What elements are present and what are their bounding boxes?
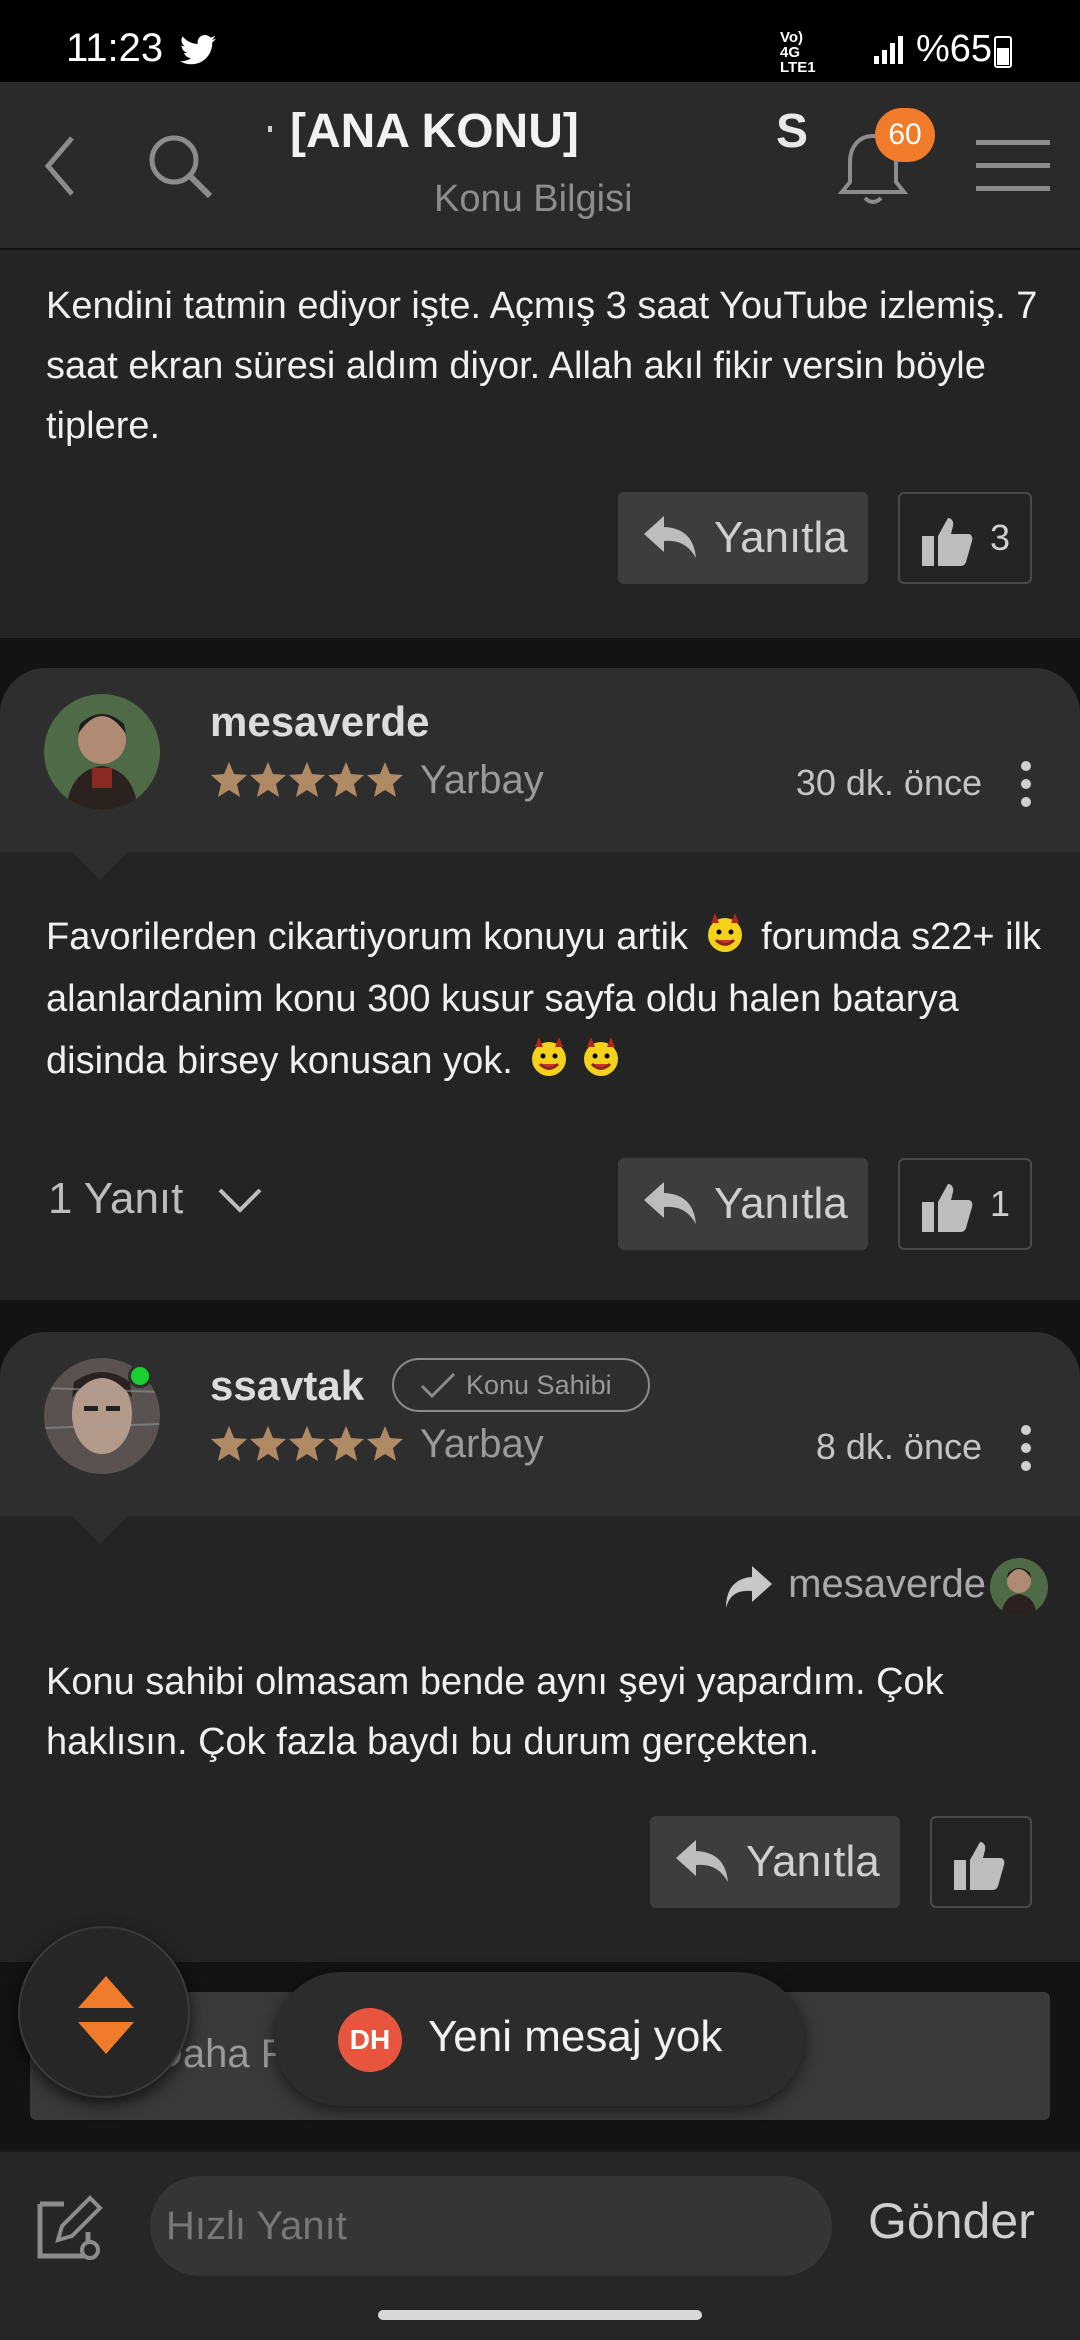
topic-owner-badge: Konu Sahibi bbox=[392, 1358, 650, 1412]
reply-button[interactable]: Yanıtla bbox=[650, 1816, 900, 1908]
scroll-arrows-icon bbox=[78, 1976, 134, 2054]
quoted-user-avatar[interactable] bbox=[990, 1558, 1048, 1616]
devil-smiley-icon bbox=[707, 913, 742, 952]
devil-smiley-icon bbox=[584, 1037, 619, 1076]
dh-logo: DH bbox=[338, 2008, 402, 2072]
online-indicator bbox=[128, 1364, 152, 1388]
status-bar: 11:23 Vo) 4G LTE1 %65 bbox=[0, 0, 1080, 82]
toast-message: Yeni mesaj yok bbox=[428, 2012, 723, 2061]
scroll-up-down-button[interactable] bbox=[18, 1926, 190, 2098]
rating-stars-icon bbox=[211, 1426, 403, 1461]
user-rank: Yarbay bbox=[420, 758, 544, 802]
menu-icon[interactable] bbox=[976, 138, 1050, 194]
username[interactable]: ssavtak bbox=[210, 1362, 364, 1410]
like-button[interactable]: 3 bbox=[898, 492, 1032, 584]
reply-label: Yanıtla bbox=[714, 513, 848, 562]
thumbs-up-icon bbox=[922, 1184, 973, 1232]
thumbs-up-icon bbox=[954, 1842, 1005, 1890]
header-letter: S bbox=[776, 105, 809, 158]
quick-reply-input[interactable] bbox=[150, 2176, 832, 2276]
rating-stars-icon bbox=[211, 762, 403, 797]
username[interactable]: mesaverde bbox=[210, 698, 430, 746]
replies-toggle[interactable]: 1 Yanıt bbox=[48, 1174, 262, 1224]
post-header: mesaverde Yarbay 30 dk. önce bbox=[0, 668, 1080, 880]
back-arrow-icon[interactable] bbox=[42, 134, 78, 198]
page-title[interactable]: [ANA KONU] bbox=[290, 104, 579, 159]
app-header: [ANA KONU] Konu Bilgisi S 60 bbox=[0, 82, 1080, 250]
post-card: mesaverde Yarbay 30 dk. önce Favorilerde… bbox=[0, 668, 1080, 1300]
post-header: ssavtak Konu Sahibi Yarbay 8 dk. önce bbox=[0, 1332, 1080, 1544]
status-time: 11:23 bbox=[66, 26, 164, 70]
twitter-icon bbox=[180, 35, 216, 65]
post-card: ssavtak Konu Sahibi Yarbay 8 dk. önce me bbox=[0, 1332, 1080, 1962]
home-indicator[interactable] bbox=[378, 2310, 702, 2320]
quoted-username: mesaverde bbox=[788, 1562, 986, 1606]
search-icon[interactable] bbox=[146, 132, 214, 200]
reply-forward-icon bbox=[726, 1566, 773, 1608]
reply-button[interactable]: Yanıtla bbox=[618, 492, 868, 584]
user-rank: Yarbay bbox=[420, 1422, 544, 1466]
signal-icon bbox=[874, 36, 903, 64]
reply-arrow-icon bbox=[676, 1840, 728, 1882]
more-options-icon[interactable] bbox=[1018, 1424, 1034, 1472]
checkmark-icon bbox=[420, 1372, 456, 1399]
post-text: Favorilerden cikartiyorum konuyu artik f… bbox=[46, 906, 1046, 1092]
network-indicator: Vo) 4G LTE1 bbox=[780, 29, 816, 76]
send-button[interactable]: Gönder bbox=[868, 2192, 1035, 2250]
battery-icon bbox=[994, 36, 1012, 68]
thumbs-up-icon bbox=[922, 518, 973, 566]
like-button[interactable] bbox=[930, 1816, 1032, 1908]
reply-button[interactable]: Yanıtla bbox=[618, 1158, 868, 1250]
post-time: 8 dk. önce bbox=[815, 1426, 982, 1467]
owner-tag-label: Konu Sahibi bbox=[466, 1370, 612, 1400]
chevron-down-icon bbox=[218, 1188, 262, 1213]
quoted-reply-ref[interactable]: mesaverde bbox=[726, 1562, 986, 1608]
post-text-part-1: Favorilerden cikartiyorum konuyu artik bbox=[46, 916, 689, 958]
post-text: Kendini tatmin ediyor işte. Açmış 3 saat… bbox=[46, 285, 1038, 447]
avatar[interactable] bbox=[44, 694, 160, 810]
like-count: 1 bbox=[989, 1183, 1010, 1224]
battery-percent: %65 bbox=[916, 28, 993, 70]
post-card: Kendini tatmin ediyor işte. Açmış 3 saat… bbox=[0, 250, 1080, 638]
like-button[interactable]: 1 bbox=[898, 1158, 1032, 1250]
reply-label: Yanıtla bbox=[746, 1837, 880, 1886]
post-text: Konu sahibi olmasam bende aynı şeyi yapa… bbox=[46, 1661, 944, 1763]
page-subtitle[interactable]: Konu Bilgisi bbox=[434, 178, 633, 221]
post-time: 30 dk. önce bbox=[795, 762, 982, 803]
toast-notification: DH Yeni mesaj yok bbox=[274, 1972, 804, 2106]
devil-smiley-icon bbox=[532, 1037, 567, 1076]
compose-settings-icon[interactable] bbox=[34, 2190, 104, 2262]
title-marker bbox=[268, 126, 272, 132]
reply-label: Yanıtla bbox=[714, 1179, 848, 1228]
more-options-icon[interactable] bbox=[1018, 760, 1034, 808]
reply-arrow-icon bbox=[644, 516, 696, 558]
notification-badge[interactable]: 60 bbox=[875, 108, 935, 162]
replies-count: 1 Yanıt bbox=[48, 1174, 184, 1223]
reply-arrow-icon bbox=[644, 1182, 696, 1224]
like-count: 3 bbox=[989, 517, 1010, 558]
